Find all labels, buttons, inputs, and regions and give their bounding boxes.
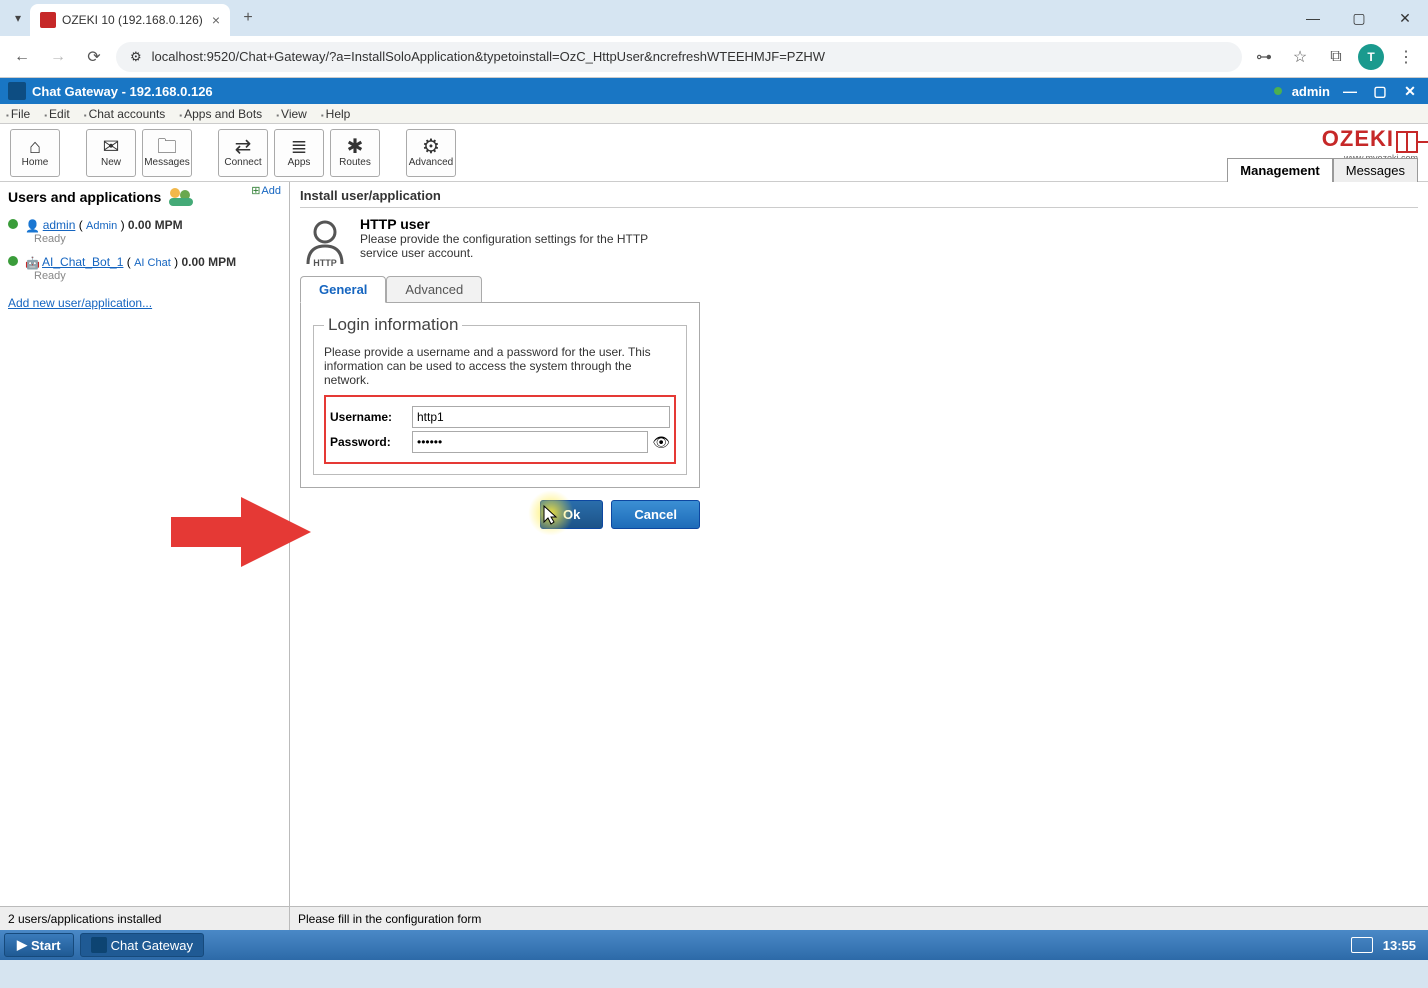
header-user[interactable]: admin [1292, 84, 1330, 99]
right-tab-management[interactable]: Management [1227, 158, 1332, 182]
tab-favicon [40, 12, 56, 28]
user-link[interactable]: AI_Chat_Bot_1 [42, 255, 123, 269]
menu-apps-bots[interactable]: Apps and Bots [179, 107, 262, 121]
bookmark-icon[interactable]: ☆ [1286, 43, 1314, 71]
user-status: Ready [34, 270, 281, 282]
menu-bar: File Edit Chat accounts Apps and Bots Vi… [0, 104, 1428, 124]
password-key-icon[interactable]: ⊶ [1250, 43, 1278, 71]
user-status: Ready [34, 233, 281, 245]
tab-dropdown-icon[interactable]: ▾ [6, 6, 30, 30]
content-heading: Install user/application [300, 188, 1418, 208]
browser-menu-icon[interactable]: ⋮ [1392, 43, 1420, 71]
new-icon: ✉ [103, 137, 120, 157]
browser-tab-strip: ▾ OZEKI 10 (192.168.0.126) × + — ▢ ✕ [0, 0, 1428, 36]
tab-advanced[interactable]: Advanced [386, 276, 482, 303]
header-minimize-icon[interactable]: — [1340, 81, 1360, 101]
keyboard-icon[interactable] [1351, 937, 1373, 953]
header-maximize-icon[interactable]: ▢ [1370, 81, 1390, 101]
ok-button[interactable]: Ok [540, 500, 603, 529]
routes-icon: ✱ [347, 137, 364, 157]
address-bar: ← → ⟳ ⚙ localhost:9520/Chat+Gateway/?a=I… [0, 36, 1428, 78]
menu-file[interactable]: File [6, 107, 30, 121]
add-new-user-link[interactable]: Add new user/application... [8, 296, 281, 310]
user-row-admin[interactable]: 👤 admin ( Admin ) 0.00 MPM [8, 218, 281, 233]
status-right: Please fill in the configuration form [290, 912, 481, 926]
annotation-arrow-icon [171, 497, 311, 567]
tool-connect[interactable]: ⇄Connect [218, 129, 268, 177]
apps-icon: ≣ [291, 137, 308, 157]
password-input[interactable] [412, 431, 648, 453]
ozeki-grid-icon [1396, 131, 1418, 153]
status-online-icon [8, 256, 18, 266]
connect-icon: ⇄ [235, 137, 252, 157]
show-password-icon[interactable]: 👁 [652, 434, 670, 451]
home-icon: ⌂ [29, 137, 41, 157]
status-left: 2 users/applications installed [0, 907, 290, 930]
gear-icon: ⚙ [422, 137, 440, 157]
window-maximize-icon[interactable]: ▢ [1336, 0, 1382, 36]
tab-title: OZEKI 10 (192.168.0.126) [62, 13, 203, 27]
status-online-icon [8, 219, 18, 229]
browser-tab[interactable]: OZEKI 10 (192.168.0.126) × [30, 4, 230, 36]
menu-help[interactable]: Help [321, 107, 351, 121]
tool-routes[interactable]: ✱Routes [330, 129, 380, 177]
app-header: Chat Gateway - 192.168.0.126 admin — ▢ ✕ [0, 78, 1428, 104]
content-area: Install user/application HTTP HTTP user … [290, 182, 1428, 906]
start-icon: ▶ [17, 937, 27, 953]
fieldset-legend: Login information [324, 315, 462, 335]
folder-icon: 🗀 [157, 137, 177, 157]
taskbar-app-icon [91, 937, 107, 953]
window-close-icon[interactable]: ✕ [1382, 0, 1428, 36]
header-close-icon[interactable]: ✕ [1400, 81, 1420, 101]
app-logo-icon [8, 82, 26, 100]
menu-edit[interactable]: Edit [44, 107, 70, 121]
tab-close-icon[interactable]: × [212, 12, 220, 28]
new-tab-button[interactable]: + [234, 4, 262, 32]
user-status-dot-icon [1274, 87, 1282, 95]
password-label: Password: [330, 435, 412, 449]
window-minimize-icon[interactable]: — [1290, 0, 1336, 36]
taskbar: ▶ Start Chat Gateway 13:55 [0, 930, 1428, 960]
cancel-button[interactable]: Cancel [611, 500, 700, 529]
username-input[interactable] [412, 406, 670, 428]
user-row-bot[interactable]: 🤖 AI_Chat_Bot_1 ( AI Chat ) 0.00 MPM [8, 255, 281, 270]
menu-chat-accounts[interactable]: Chat accounts [84, 107, 166, 121]
subject-desc: Please provide the configuration setting… [360, 232, 660, 260]
tool-home[interactable]: ⌂Home [10, 129, 60, 177]
username-label: Username: [330, 410, 412, 424]
app-title: Chat Gateway - 192.168.0.126 [32, 84, 213, 99]
sidebar-add-link[interactable]: Add [251, 184, 281, 197]
subject-title: HTTP user [360, 216, 660, 232]
profile-avatar[interactable]: T [1358, 44, 1384, 70]
tool-apps[interactable]: ≣Apps [274, 129, 324, 177]
http-user-icon: HTTP [300, 216, 350, 266]
nav-back-icon[interactable]: ← [8, 43, 36, 71]
nav-reload-icon[interactable]: ⟳ [80, 43, 108, 71]
svg-text:HTTP: HTTP [313, 258, 337, 266]
url-input[interactable]: ⚙ localhost:9520/Chat+Gateway/?a=Install… [116, 42, 1242, 72]
taskbar-app[interactable]: Chat Gateway [80, 933, 204, 957]
site-info-icon[interactable]: ⚙ [130, 49, 142, 65]
clock: 13:55 [1383, 938, 1416, 953]
menu-view[interactable]: View [276, 107, 307, 121]
extensions-icon[interactable]: ⧉ [1322, 43, 1350, 71]
highlighted-fields: Username: Password: 👁 [324, 395, 676, 464]
toolbar: ⌂Home ✉New 🗀Messages ⇄Connect ≣Apps ✱Rou… [0, 124, 1428, 182]
tool-messages[interactable]: 🗀Messages [142, 129, 192, 177]
person-icon: 👤 [25, 219, 39, 233]
bot-icon: 🤖 [25, 256, 39, 270]
right-tab-messages[interactable]: Messages [1333, 158, 1418, 182]
tab-general[interactable]: General [300, 276, 386, 303]
config-panel: Login information Please provide a usern… [300, 302, 700, 488]
users-group-icon [167, 186, 197, 208]
tool-new[interactable]: ✉New [86, 129, 136, 177]
nav-forward-icon[interactable]: → [44, 43, 72, 71]
sidebar-title: Users and applications [8, 189, 161, 205]
start-button[interactable]: ▶ Start [4, 933, 74, 957]
tool-advanced[interactable]: ⚙Advanced [406, 129, 456, 177]
fieldset-desc: Please provide a username and a password… [324, 345, 676, 387]
user-link[interactable]: admin [43, 218, 76, 232]
status-bar: 2 users/applications installed Please fi… [0, 906, 1428, 930]
url-text: localhost:9520/Chat+Gateway/?a=InstallSo… [152, 49, 825, 64]
